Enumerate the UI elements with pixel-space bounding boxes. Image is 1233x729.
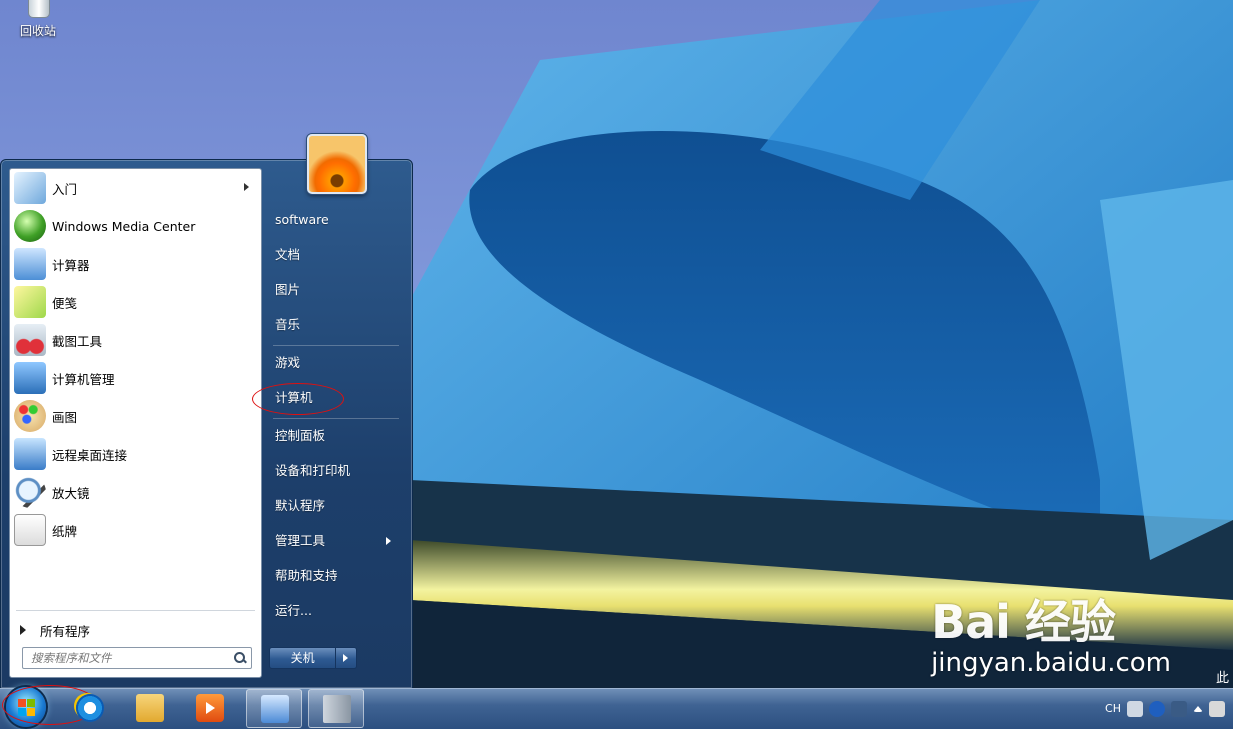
- shutdown-control: 关机: [269, 647, 357, 669]
- place-item-admin-tools[interactable]: 管理工具: [263, 526, 403, 556]
- watermark-logo-text: Bai 经验: [931, 595, 1116, 649]
- place-label: 文档: [275, 247, 301, 262]
- user-avatar[interactable]: [307, 134, 367, 194]
- divider: [273, 345, 399, 346]
- program-label: 计算机管理: [52, 371, 115, 387]
- program-item-calculator[interactable]: 计算器: [10, 245, 261, 283]
- place-label: 帮助和支持: [275, 568, 338, 583]
- program-label: 便笺: [52, 295, 78, 311]
- desktop-icon-recycle-bin[interactable]: 回收站: [12, 0, 64, 39]
- start-menu: 入门 Windows Media Center 计算器 便笺 截图工具 计算机管…: [0, 134, 413, 689]
- expand-arrow-icon: [20, 625, 26, 635]
- taskbar-button-media-player[interactable]: [182, 689, 238, 728]
- place-item-music[interactable]: 音乐: [263, 310, 403, 340]
- remote-desktop-taskbar-icon: [261, 695, 289, 723]
- place-item-software[interactable]: software: [263, 205, 403, 235]
- program-item-sticky-notes[interactable]: 便笺: [10, 283, 261, 321]
- help-icon[interactable]: [1149, 700, 1165, 717]
- taskbar-button-server-manager[interactable]: [308, 689, 364, 728]
- program-item-remote-desktop[interactable]: 远程桌面连接: [10, 435, 261, 473]
- place-item-help-support[interactable]: 帮助和支持: [263, 561, 403, 591]
- sticky-notes-icon: [14, 286, 46, 318]
- windows-explorer-icon: [136, 694, 164, 722]
- divider: [273, 418, 399, 419]
- taskbar-button-explorer[interactable]: [122, 689, 178, 728]
- divider: [16, 610, 255, 611]
- watermark-side-text: 此: [1215, 671, 1229, 686]
- place-item-default-programs[interactable]: 默认程序: [263, 491, 403, 521]
- recycle-bin-icon: [22, 0, 54, 20]
- program-label: 远程桌面连接: [52, 447, 128, 463]
- place-item-devices-printers[interactable]: 设备和打印机: [263, 456, 403, 486]
- program-label: 计算器: [52, 257, 90, 273]
- program-label: 入门: [52, 181, 78, 197]
- watermark-url: jingyan.baidu.com: [931, 648, 1171, 678]
- program-item-magnifier[interactable]: 放大镜: [10, 473, 261, 511]
- start-menu-programs-pane: 入门 Windows Media Center 计算器 便笺 截图工具 计算机管…: [9, 168, 262, 678]
- media-center-icon: [14, 210, 46, 242]
- watermark-logo: Bai 经验: [931, 586, 1171, 652]
- highlight-circle-annotation: [252, 383, 344, 415]
- all-programs-label: 所有程序: [40, 623, 91, 639]
- place-item-documents[interactable]: 文档: [263, 240, 403, 270]
- server-manager-icon: [323, 695, 351, 723]
- search-icon[interactable]: [233, 651, 247, 665]
- place-label: 管理工具: [275, 533, 326, 548]
- tray-options-icon[interactable]: [1171, 700, 1187, 717]
- program-item-solitaire[interactable]: 纸牌: [10, 511, 261, 549]
- keyboard-icon[interactable]: [1127, 700, 1143, 717]
- solitaire-icon: [14, 514, 46, 546]
- place-label: 控制面板: [275, 428, 326, 443]
- desktop-icon-label: 回收站: [19, 24, 56, 38]
- search-input[interactable]: [23, 650, 233, 666]
- taskbar-button-ie[interactable]: [62, 689, 118, 728]
- system-tray: CH: [1105, 689, 1233, 728]
- getting-started-icon: [14, 172, 46, 204]
- start-search-box[interactable]: [22, 647, 252, 669]
- place-item-run[interactable]: 运行...: [263, 596, 403, 626]
- place-label: 默认程序: [275, 498, 326, 513]
- program-label: Windows Media Center: [52, 218, 196, 234]
- shutdown-options-button[interactable]: [336, 647, 357, 669]
- place-label: 运行...: [275, 603, 312, 618]
- media-player-icon: [196, 694, 224, 722]
- computer-management-icon: [14, 362, 46, 394]
- program-item-paint[interactable]: 画图: [10, 397, 261, 435]
- taskbar: CH: [0, 685, 1233, 729]
- network-icon[interactable]: [1209, 700, 1225, 717]
- remote-desktop-icon: [14, 438, 46, 470]
- program-label: 截图工具: [52, 333, 103, 349]
- program-label: 画图: [52, 409, 78, 425]
- magnifier-icon: [14, 476, 46, 508]
- program-label: 纸牌: [52, 523, 78, 539]
- shutdown-button[interactable]: 关机: [269, 647, 337, 669]
- show-hidden-icons-icon[interactable]: [1193, 705, 1203, 712]
- snipping-tool-icon: [14, 324, 46, 356]
- submenu-arrow-icon: [244, 183, 249, 191]
- language-indicator[interactable]: CH: [1105, 702, 1121, 715]
- place-item-games[interactable]: 游戏: [263, 348, 403, 378]
- program-list: 入门 Windows Media Center 计算器 便笺 截图工具 计算机管…: [10, 169, 261, 549]
- place-item-pictures[interactable]: 图片: [263, 275, 403, 305]
- internet-explorer-icon: [76, 694, 104, 722]
- place-label: 音乐: [275, 317, 301, 332]
- program-item-computer-management[interactable]: 计算机管理: [10, 359, 261, 397]
- baidu-watermark: Bai 经验 jingyan.baidu.com: [931, 586, 1171, 678]
- calculator-icon: [14, 248, 46, 280]
- place-label: software: [275, 212, 329, 227]
- place-item-control-panel[interactable]: 控制面板: [263, 421, 403, 451]
- program-item-getting-started[interactable]: 入门: [10, 169, 261, 207]
- submenu-arrow-icon: [386, 537, 391, 545]
- all-programs-button[interactable]: 所有程序: [10, 615, 261, 645]
- place-label: 游戏: [275, 355, 301, 370]
- place-label: 图片: [275, 282, 301, 297]
- program-item-media-center[interactable]: Windows Media Center: [10, 207, 261, 245]
- program-label: 放大镜: [52, 485, 90, 501]
- program-item-snipping-tool[interactable]: 截图工具: [10, 321, 261, 359]
- paint-icon: [14, 400, 46, 432]
- taskbar-button-remote-desktop[interactable]: [246, 689, 302, 728]
- place-label: 设备和打印机: [275, 463, 351, 478]
